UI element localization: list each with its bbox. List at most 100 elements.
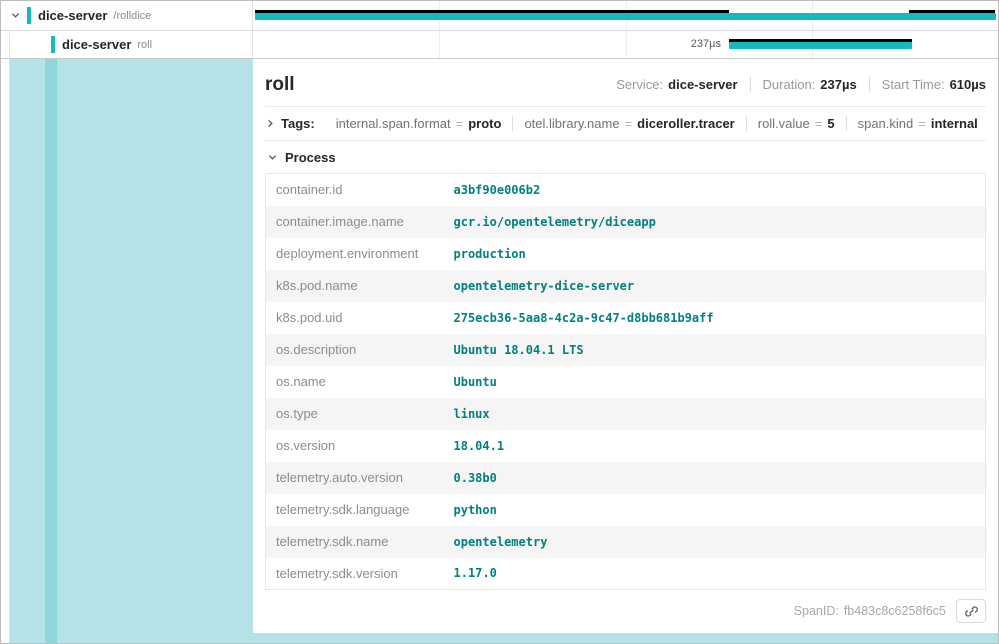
key-cell: os.type [266, 398, 444, 430]
tag-value: internal [931, 116, 978, 131]
span-bar[interactable] [255, 13, 996, 20]
link-icon [964, 604, 979, 619]
tag-summary-item: roll.value = 5 [746, 116, 846, 131]
tag-key: internal.span.format [336, 116, 451, 131]
key-cell: telemetry.sdk.version [266, 558, 444, 590]
span-name-cell[interactable]: dice-server /rolldice [1, 1, 253, 30]
table-row: os.name Ubuntu [266, 366, 986, 398]
jaeger-trace-view: dice-server /rolldice dice-server roll [0, 0, 999, 644]
tag-value: 5 [827, 116, 834, 131]
service-color-strip [51, 36, 55, 53]
key-cell: container.image.name [266, 206, 444, 238]
overview-item: Service: dice-server [616, 77, 737, 92]
trace-timeline: dice-server /rolldice dice-server roll [1, 1, 998, 59]
table-row: telemetry.sdk.language python [266, 494, 986, 526]
table-row: os.description Ubuntu 18.04.1 LTS [266, 334, 986, 366]
value-cell: opentelemetry [444, 526, 986, 558]
span-detail-header: roll Service: dice-server Duration: 237µ… [265, 59, 986, 107]
timeline-track [253, 1, 998, 30]
key-cell: k8s.pod.uid [266, 302, 444, 334]
table-row: telemetry.auto.version 0.38b0 [266, 462, 986, 494]
overview-label: Start Time: [882, 77, 945, 92]
span-footer: SpanID: fb483c8c6258f6c5 [265, 590, 986, 632]
value-cell: 1.17.0 [444, 558, 986, 590]
span-overview: Service: dice-server Duration: 237µs Sta… [616, 77, 986, 92]
tags-section-header[interactable]: Tags: internal.span.format = proto otel.… [265, 107, 986, 141]
chevron-down-icon[interactable] [265, 152, 280, 163]
value-cell: gcr.io/opentelemetry/diceapp [444, 206, 986, 238]
detail-row-bottom-gutter [253, 633, 998, 643]
table-row: deployment.environment production [266, 238, 986, 270]
table-row: k8s.pod.name opentelemetry-dice-server [266, 270, 986, 302]
value-cell: 275ecb36-5aa8-4c2a-9c47-d8bb681b9aff [444, 302, 986, 334]
table-row: k8s.pod.uid 275ecb36-5aa8-4c2a-9c47-d8bb… [266, 302, 986, 334]
tag-equals: = [456, 116, 464, 131]
tag-summary-item: internal.span.format = proto [325, 116, 513, 131]
value-cell: linux [444, 398, 986, 430]
key-cell: os.version [266, 430, 444, 462]
timeline-tick [626, 31, 627, 58]
value-cell: Ubuntu 18.04.1 LTS [444, 334, 986, 366]
tag-value: proto [468, 116, 501, 131]
overview-value: 237µs [820, 77, 856, 92]
span-name-cell[interactable]: dice-server roll [1, 31, 253, 58]
value-cell: 0.38b0 [444, 462, 986, 494]
value-cell: 18.04.1 [444, 430, 986, 462]
overview-value: dice-server [668, 77, 737, 92]
key-cell: os.description [266, 334, 444, 366]
key-cell: deployment.environment [266, 238, 444, 270]
process-table-body: container.id a3bf90e006b2 container.imag… [266, 174, 986, 590]
tag-equals: = [815, 116, 823, 131]
key-cell: telemetry.auto.version [266, 462, 444, 494]
chevron-down-icon[interactable] [8, 10, 23, 21]
value-cell: production [444, 238, 986, 270]
span-link-button[interactable] [956, 599, 986, 623]
critical-path-segment [909, 10, 995, 13]
key-cell: container.id [266, 174, 444, 206]
critical-path-segment [729, 39, 912, 42]
process-section-header[interactable]: Process [265, 141, 986, 173]
operation-name: roll [137, 39, 152, 51]
tag-key: span.kind [858, 116, 914, 131]
tag-equals: = [625, 116, 633, 131]
spanid-label: SpanID: [794, 604, 839, 618]
span-title: roll [265, 74, 295, 96]
span-row-roll[interactable]: dice-server roll 237µs [1, 31, 998, 59]
overview-value: 610µs [950, 77, 986, 92]
table-row: telemetry.sdk.version 1.17.0 [266, 558, 986, 590]
span-detail-panel: roll Service: dice-server Duration: 237µ… [253, 59, 998, 633]
timeline-track: 237µs [253, 31, 998, 58]
overview-label: Service: [616, 77, 663, 92]
table-row: container.id a3bf90e006b2 [266, 174, 986, 206]
tag-value: diceroller.tracer [637, 116, 735, 131]
tags-label: Tags: [281, 116, 315, 131]
overview-item: Start Time: 610µs [869, 77, 986, 92]
overview-item: Duration: 237µs [750, 77, 857, 92]
key-cell: k8s.pod.name [266, 270, 444, 302]
chevron-right-icon[interactable] [265, 118, 276, 129]
key-cell: os.name [266, 366, 444, 398]
table-row: os.type linux [266, 398, 986, 430]
table-row: os.version 18.04.1 [266, 430, 986, 462]
value-cell: python [444, 494, 986, 526]
table-row: telemetry.sdk.name opentelemetry [266, 526, 986, 558]
process-label: Process [285, 150, 336, 165]
tag-key: roll.value [758, 116, 810, 131]
value-cell: a3bf90e006b2 [444, 174, 986, 206]
key-cell: telemetry.sdk.language [266, 494, 444, 526]
overview-label: Duration: [763, 77, 816, 92]
span-row-rolldice[interactable]: dice-server /rolldice [1, 1, 998, 31]
tag-summary-list: internal.span.format = proto otel.librar… [325, 116, 989, 131]
tag-summary-item: span.kind = internal [846, 116, 989, 131]
process-table: container.id a3bf90e006b2 container.imag… [265, 173, 986, 590]
spanid-value: fb483c8c6258f6c5 [844, 604, 946, 618]
detail-row-left-gutter [1, 59, 253, 643]
critical-path-segment [255, 10, 729, 13]
table-row: container.image.name gcr.io/opentelemetr… [266, 206, 986, 238]
key-cell: telemetry.sdk.name [266, 526, 444, 558]
duration-label: 237µs [659, 38, 721, 50]
value-cell: Ubuntu [444, 366, 986, 398]
service-name: dice-server [62, 37, 131, 52]
tag-key: otel.library.name [524, 116, 619, 131]
span-bar[interactable] [729, 42, 912, 49]
